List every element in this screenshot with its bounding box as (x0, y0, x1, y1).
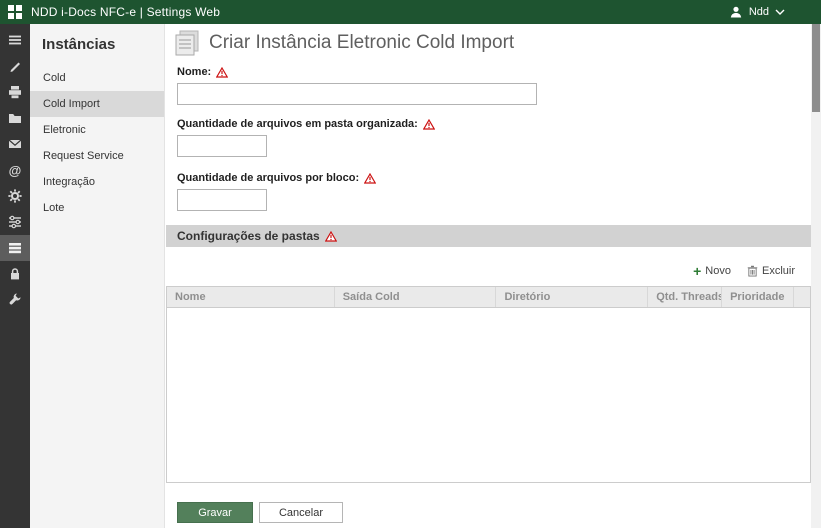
user-name: Ndd (748, 6, 769, 18)
rail-item-menu[interactable] (0, 27, 30, 53)
page-header: Criar Instância Eletronic Cold Import (172, 29, 811, 57)
col-header-spacer (794, 287, 810, 307)
rows-icon (9, 243, 21, 254)
document-stack-icon (175, 30, 199, 56)
excluir-label: Excluir (761, 265, 795, 277)
plus-icon: + (693, 263, 702, 279)
sidebar-item-cold[interactable]: Cold (30, 65, 164, 91)
qtd-pasta-input[interactable] (177, 135, 267, 157)
topbar: NDD i-Docs NFC-e | Settings Web Ndd (0, 0, 821, 24)
rail-item-sliders[interactable] (0, 209, 30, 235)
sidebar-title: Instâncias (42, 36, 116, 53)
printer-icon (9, 86, 21, 99)
sidebar-item-integracao[interactable]: Integração (30, 169, 164, 195)
cancelar-button[interactable]: Cancelar (259, 502, 343, 523)
novo-button[interactable]: + Novo (693, 264, 731, 278)
rail-item-gear[interactable] (0, 183, 30, 209)
icon-rail: @ (0, 24, 30, 528)
rail-item-wrench[interactable] (0, 287, 30, 313)
rail-item-pen[interactable] (0, 53, 30, 79)
rail-item-folder[interactable] (0, 105, 30, 131)
nome-input[interactable] (177, 83, 537, 105)
col-header-saida-cold: Saída Cold (335, 287, 497, 307)
page-title: Criar Instância Eletronic Cold Import (209, 32, 515, 53)
app-title: NDD i-Docs NFC-e | Settings Web (31, 5, 221, 19)
gear-icon (8, 189, 22, 203)
novo-label: Novo (705, 265, 731, 277)
qtd-bloco-label: Quantidade de arquivos por bloco: (177, 172, 360, 184)
excluir-button[interactable]: Excluir (747, 265, 795, 277)
form-actions: Gravar Cancelar (177, 502, 343, 523)
wrench-icon (9, 293, 21, 305)
table-header-row: Nome Saída Cold Diretório Qtd. Threads P… (167, 287, 810, 308)
folders-table: Nome Saída Cold Diretório Qtd. Threads P… (166, 286, 811, 483)
rail-item-at[interactable]: @ (0, 157, 30, 183)
sidebar-item-lote[interactable]: Lote (30, 195, 164, 221)
at-icon: @ (8, 162, 22, 178)
scrollbar-track[interactable] (811, 24, 821, 528)
qtd-bloco-input[interactable] (177, 189, 267, 211)
col-header-qtd-threads: Qtd. Threads (648, 287, 723, 307)
main-panel: Criar Instância Eletronic Cold Import No… (165, 24, 811, 528)
warning-icon (364, 172, 377, 184)
sidebar-item-cold-import[interactable]: Cold Import (30, 91, 164, 117)
col-header-nome: Nome (167, 287, 335, 307)
col-header-diretorio: Diretório (496, 287, 649, 307)
qtd-bloco-label-row: Quantidade de arquivos por bloco: (177, 172, 811, 184)
rail-item-printer[interactable] (0, 79, 30, 105)
user-icon (730, 6, 742, 18)
app-logo-icon (8, 5, 22, 19)
rail-item-mail[interactable] (0, 131, 30, 157)
scrollbar-thumb[interactable] (812, 24, 820, 112)
instance-form: Nome: Quantidade de arquivos em pasta or… (177, 66, 811, 211)
warning-icon (216, 66, 229, 78)
section-header-pastas: Configurações de pastas (166, 225, 811, 247)
sidebar-item-request-service[interactable]: Request Service (30, 143, 164, 169)
rail-item-lock[interactable] (0, 261, 30, 287)
trash-icon (747, 265, 758, 277)
user-menu[interactable]: Ndd (729, 5, 785, 19)
folder-icon (9, 114, 21, 123)
table-empty-body (167, 308, 810, 482)
warning-icon (324, 230, 337, 242)
gravar-button[interactable]: Gravar (177, 502, 253, 523)
mail-icon (8, 139, 22, 148)
sidebar: Instâncias Cold Cold Import Eletronic Re… (30, 24, 165, 528)
lock-icon (11, 268, 19, 280)
sliders-icon (9, 215, 21, 229)
col-header-prioridade: Prioridade (722, 287, 794, 307)
sidebar-item-eletronic[interactable]: Eletronic (30, 117, 164, 143)
menu-icon (9, 35, 21, 45)
section-title: Configurações de pastas (177, 229, 320, 243)
qtd-pasta-label-row: Quantidade de arquivos em pasta organiza… (177, 118, 811, 130)
warning-icon (422, 118, 435, 130)
table-toolbar: + Novo Excluir (165, 247, 811, 286)
chevron-down-icon (775, 9, 785, 15)
pen-icon (10, 62, 20, 72)
rail-item-rows[interactable] (0, 235, 30, 261)
nome-label: Nome: (177, 66, 212, 78)
qtd-pasta-label: Quantidade de arquivos em pasta organiza… (177, 118, 418, 130)
nome-label-row: Nome: (177, 66, 811, 78)
